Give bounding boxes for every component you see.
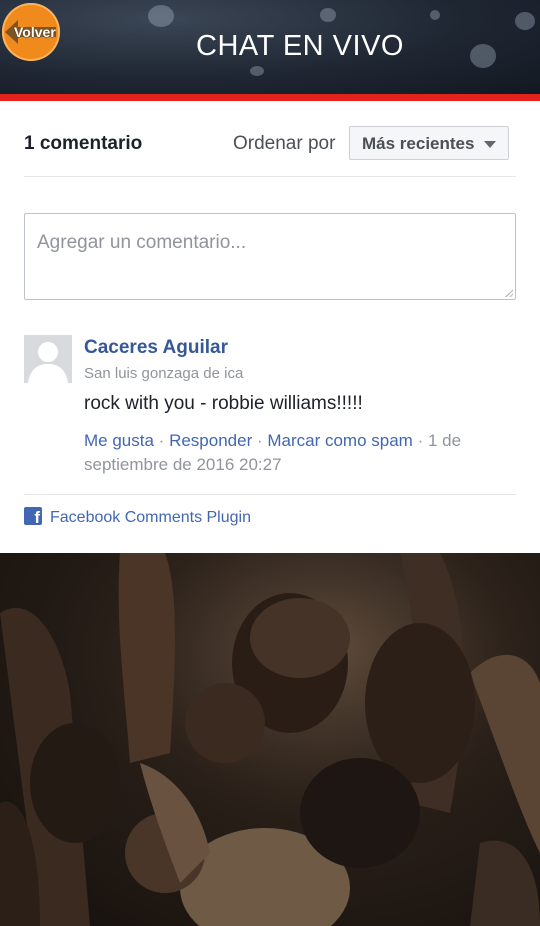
caret-down-icon	[484, 141, 496, 148]
header-accent-bar	[0, 94, 540, 101]
page-title: CHAT EN VIVO	[196, 30, 404, 62]
default-user-icon	[24, 335, 72, 383]
comment-actions: Me gusta · Responder · Marcar como spam …	[84, 429, 504, 477]
separator: ·	[417, 431, 428, 450]
app-header: CHAT EN VIVO Volver	[0, 0, 540, 94]
comments-plugin: 1 comentario Ordenar por Más recientes A…	[0, 101, 540, 553]
back-button-label: Volver	[14, 24, 56, 40]
sort-label: Ordenar por	[233, 133, 336, 154]
reply-link[interactable]: Responder	[169, 431, 252, 450]
divider	[24, 494, 516, 495]
facebook-plugin-label: Facebook Comments Plugin	[50, 509, 251, 526]
comment-count: 1 comentario	[24, 133, 143, 154]
mark-spam-link[interactable]: Marcar como spam	[267, 431, 412, 450]
back-button[interactable]: Volver	[2, 3, 60, 61]
facebook-icon: f	[24, 507, 42, 525]
comment-author[interactable]: Caceres Aguilar	[84, 337, 228, 359]
sort-selected-value: Más recientes	[362, 134, 475, 153]
crowd-illustration	[0, 553, 540, 926]
sort-dropdown[interactable]: Más recientes	[349, 126, 509, 160]
facebook-plugin-link[interactable]: f Facebook Comments Plugin	[24, 507, 251, 527]
divider	[24, 176, 516, 177]
comment-author-location: San luis gonzaga de ica	[84, 365, 244, 382]
avatar[interactable]	[24, 335, 72, 383]
concert-crowd-image	[0, 553, 540, 926]
comment-input-placeholder: Agregar un comentario...	[37, 232, 247, 253]
comment-input[interactable]: Agregar un comentario...	[24, 213, 516, 300]
like-link[interactable]: Me gusta	[84, 431, 154, 450]
separator: ·	[256, 431, 268, 450]
resize-handle-icon[interactable]	[505, 289, 513, 297]
comment-text: rock with you - robbie williams!!!!!	[84, 393, 363, 414]
separator: ·	[158, 431, 170, 450]
